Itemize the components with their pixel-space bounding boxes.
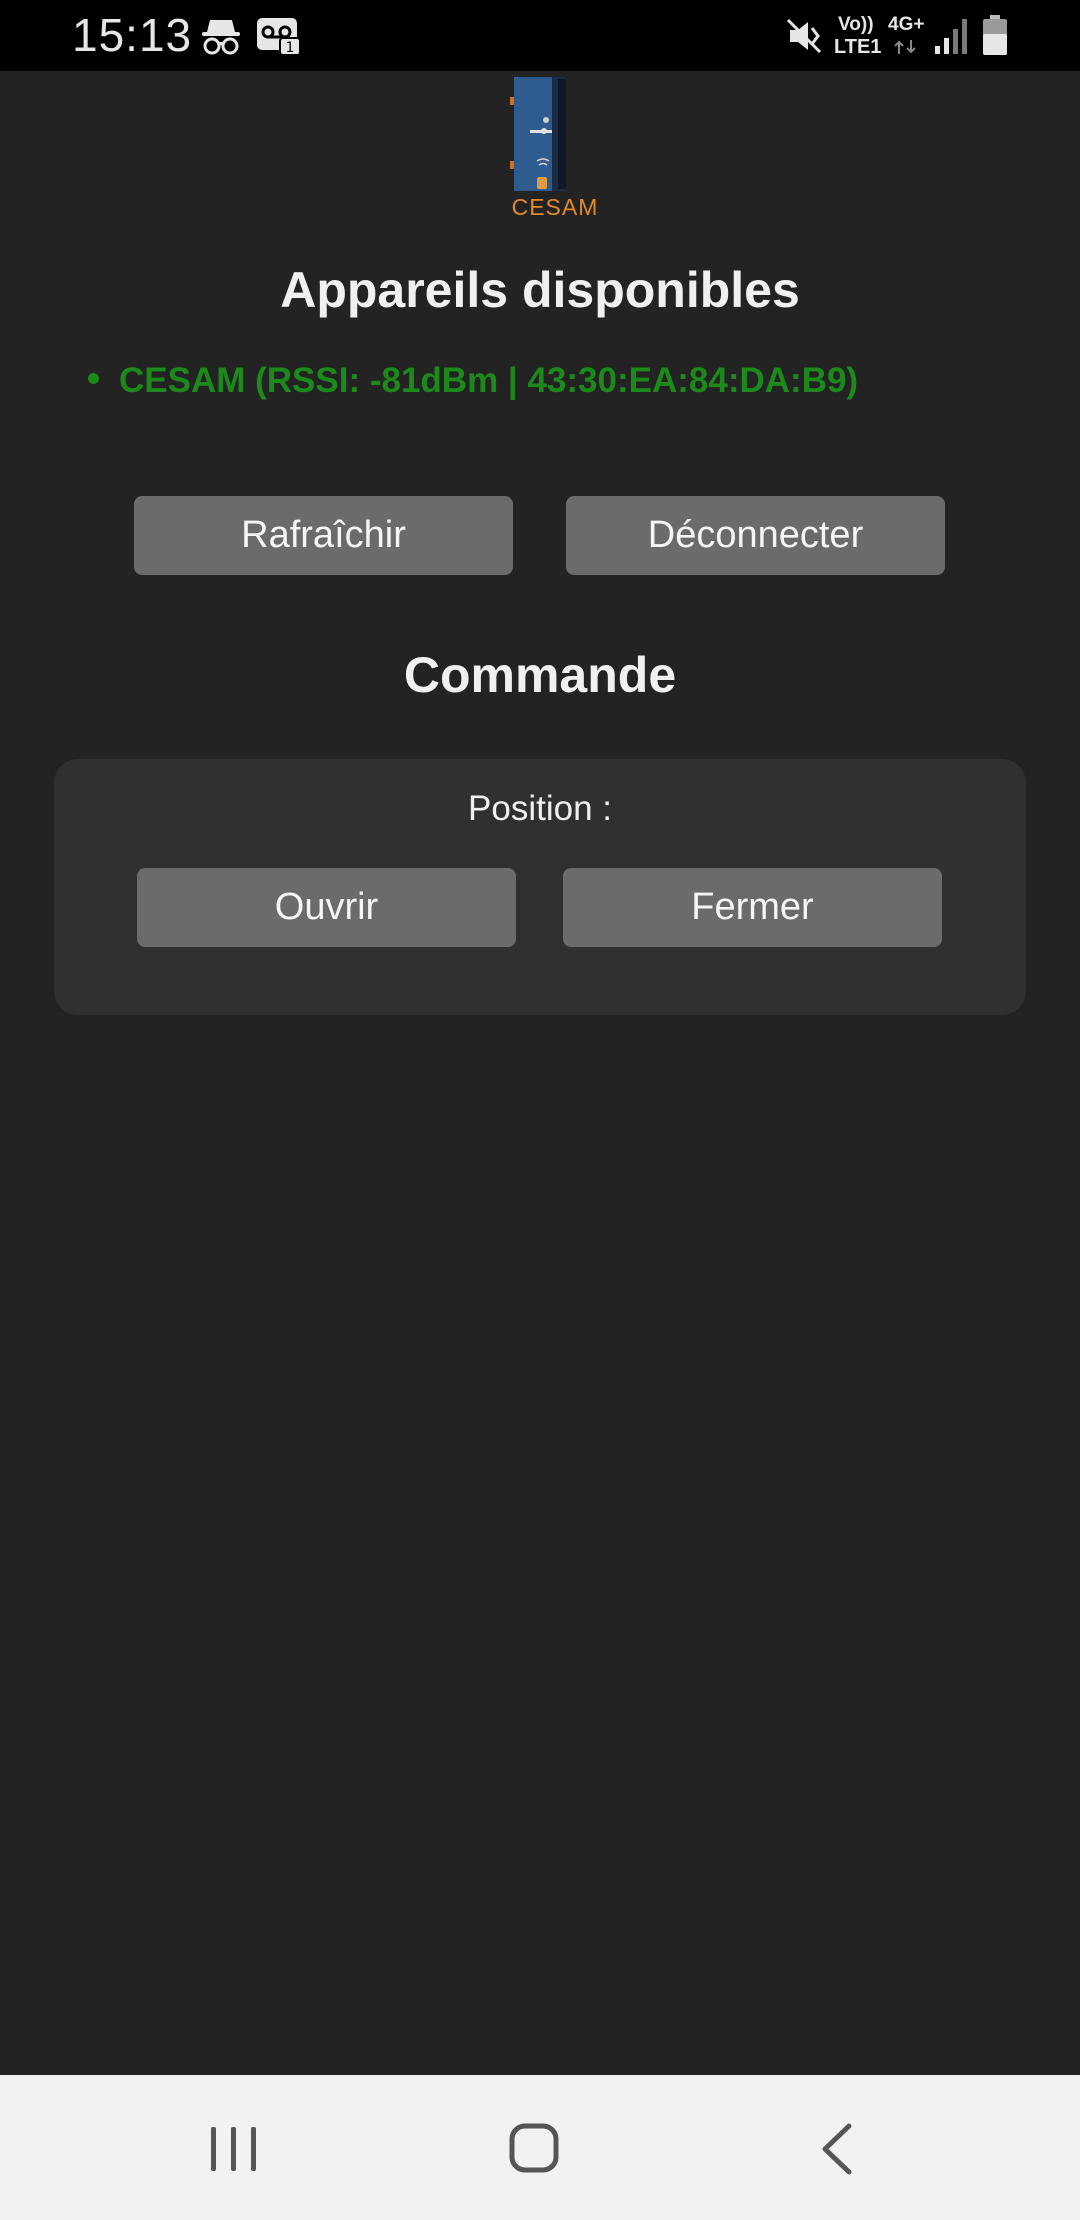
back-icon[interactable] xyxy=(736,2075,936,2220)
command-panel: Position : Ouvrir Fermer xyxy=(54,759,1026,1015)
close-button[interactable]: Fermer xyxy=(563,868,942,947)
navigation-bar xyxy=(0,2075,1080,2220)
network-type-label: 4G+ xyxy=(888,14,925,35)
data-arrows-icon xyxy=(894,40,916,54)
app-content: CESAM Appareils disponibles CESAM (RSSI:… xyxy=(0,71,1080,2075)
device-label: CESAM (RSSI: -81dBm | 43:30:EA:84:DA:B9) xyxy=(119,361,859,400)
incognito-icon xyxy=(202,20,240,55)
device-list-item[interactable]: CESAM (RSSI: -81dBm | 43:30:EA:84:DA:B9) xyxy=(88,361,858,401)
lte-label: LTE1 xyxy=(834,36,882,58)
signal-icon xyxy=(935,19,967,54)
status-time: 15:13 xyxy=(72,9,193,61)
mute-icon xyxy=(786,18,822,54)
status-bar: 15:13 1 Vo)) LTE1 4G+ xyxy=(0,0,1080,71)
command-title: Commande xyxy=(403,647,677,703)
devices-title: Appareils disponibles xyxy=(280,262,800,318)
open-button[interactable]: Ouvrir xyxy=(137,868,516,947)
door-logo-icon xyxy=(510,77,566,191)
refresh-button[interactable]: Rafraîchir xyxy=(134,496,513,575)
voicemail-icon: 1 xyxy=(257,18,300,56)
battery-icon xyxy=(983,15,1007,55)
logo-label: CESAM xyxy=(511,194,599,220)
bullet-icon xyxy=(88,373,99,385)
position-label: Position : xyxy=(468,789,612,828)
volte-label: Vo)) xyxy=(838,14,874,35)
home-icon[interactable] xyxy=(434,2075,634,2220)
recents-icon[interactable] xyxy=(133,2075,333,2220)
svg-text:1: 1 xyxy=(286,40,295,56)
disconnect-button[interactable]: Déconnecter xyxy=(566,496,945,575)
